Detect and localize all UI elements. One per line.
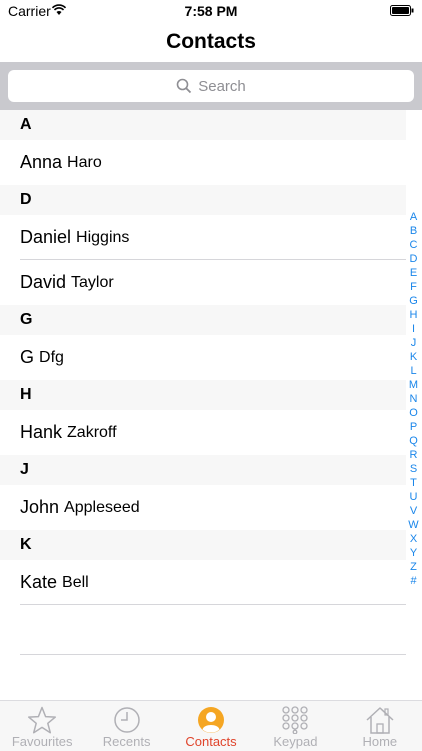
index-letter[interactable]: L: [410, 364, 416, 378]
index-letter[interactable]: I: [412, 322, 415, 336]
clock-icon: [113, 707, 140, 733]
tab-bar: Favourites Recents Contacts Keypad Home: [0, 700, 422, 751]
index-letter[interactable]: O: [409, 406, 418, 420]
contact-first-name: John: [20, 497, 60, 517]
section-header-a: A: [0, 110, 406, 140]
tab-label: Contacts: [185, 734, 237, 749]
tab-home[interactable]: Home: [338, 701, 422, 751]
contact-first-name: G: [20, 347, 35, 367]
contact-row[interactable]: G Dfg: [0, 335, 406, 380]
tab-label: Recents: [102, 734, 151, 749]
contact-last-name: Appleseed: [64, 498, 140, 516]
section-header-g: G: [0, 305, 406, 335]
search-placeholder: Search: [198, 77, 246, 95]
contact-row[interactable]: Hank Zakroff: [0, 410, 406, 455]
index-letter[interactable]: Z: [410, 560, 417, 574]
index-letter[interactable]: H: [410, 308, 418, 322]
contact-row[interactable]: David Taylor: [0, 260, 406, 305]
tab-label: Keypad: [273, 734, 318, 749]
contact-last-name: Higgins: [76, 228, 130, 246]
section-index[interactable]: A B C D E F G H I J K L M N O P Q R S T …: [405, 210, 422, 588]
tab-keypad[interactable]: Keypad: [253, 701, 337, 751]
index-letter[interactable]: F: [410, 280, 417, 294]
home-icon: [366, 707, 394, 734]
list-divider: [20, 654, 406, 655]
tab-label: Home: [362, 734, 398, 749]
contact-first-name: Anna: [20, 152, 63, 172]
tab-recents[interactable]: Recents: [84, 701, 168, 751]
contact-last-name: Taylor: [71, 273, 114, 291]
index-letter[interactable]: W: [408, 518, 418, 532]
battery-icon: [390, 5, 414, 16]
contact-first-name: Hank: [20, 422, 63, 442]
status-bar: Carrier 7:58 PM: [0, 0, 422, 22]
page-title: Contacts: [166, 30, 256, 53]
contact-first-name: Daniel: [20, 227, 72, 247]
index-letter[interactable]: E: [410, 266, 417, 280]
index-letter[interactable]: R: [410, 448, 418, 462]
index-letter[interactable]: V: [410, 504, 417, 518]
contact-row[interactable]: Anna Haro: [0, 140, 406, 185]
contact-first-name: Kate: [20, 572, 58, 592]
tab-label: Favourites: [11, 734, 73, 749]
index-letter[interactable]: X: [410, 532, 417, 546]
star-icon: [28, 706, 57, 734]
index-letter[interactable]: K: [410, 350, 417, 364]
contact-last-name: Haro: [67, 153, 102, 171]
index-letter[interactable]: U: [410, 490, 418, 504]
status-time: 7:58 PM: [184, 3, 238, 19]
index-letter[interactable]: S: [410, 462, 417, 476]
index-letter[interactable]: C: [410, 238, 418, 252]
section-header-d: D: [0, 185, 406, 215]
contact-list: A Anna Haro D Daniel Higgins David Taylo…: [0, 110, 406, 605]
tab-favourites[interactable]: Favourites: [0, 701, 84, 751]
contact-last-name: Zakroff: [67, 423, 117, 441]
person-icon: [198, 707, 225, 733]
section-header-k: K: [0, 530, 406, 560]
section-header-h: H: [0, 380, 406, 410]
index-letter[interactable]: D: [410, 252, 418, 266]
contact-row[interactable]: Kate Bell: [0, 560, 406, 605]
contact-last-name: Bell: [62, 573, 89, 591]
index-letter[interactable]: A: [410, 210, 417, 224]
index-letter[interactable]: P: [410, 420, 417, 434]
section-header-j: J: [0, 455, 406, 485]
index-letter[interactable]: #: [410, 574, 416, 588]
search-bar: Search: [0, 62, 422, 110]
index-letter[interactable]: M: [409, 378, 418, 392]
contact-first-name: David: [20, 272, 67, 292]
contact-row[interactable]: Daniel Higgins: [0, 215, 406, 260]
tab-contacts[interactable]: Contacts: [169, 701, 253, 751]
index-letter[interactable]: B: [410, 224, 417, 238]
index-letter[interactable]: Q: [409, 434, 418, 448]
contact-row[interactable]: John Appleseed: [0, 485, 406, 530]
contact-last-name: Dfg: [39, 348, 64, 366]
index-letter[interactable]: Y: [410, 546, 417, 560]
index-letter[interactable]: N: [410, 392, 418, 406]
index-letter[interactable]: J: [411, 336, 417, 350]
index-letter[interactable]: G: [409, 294, 418, 308]
index-letter[interactable]: T: [410, 476, 417, 490]
search-icon: [176, 78, 192, 94]
search-input[interactable]: Search: [8, 70, 414, 102]
keypad-icon: [282, 706, 309, 734]
